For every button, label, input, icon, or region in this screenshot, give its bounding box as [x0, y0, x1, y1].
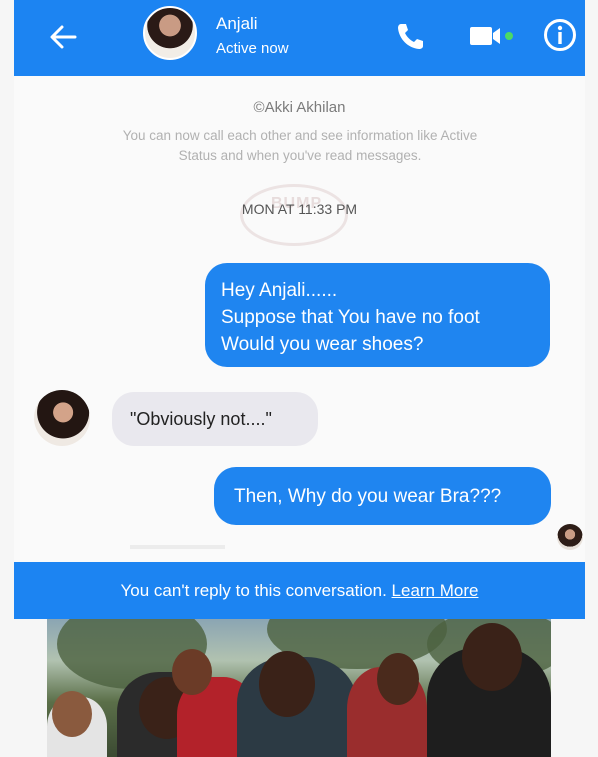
- contact-avatar[interactable]: [143, 6, 197, 60]
- contact-name[interactable]: Anjali: [216, 14, 258, 34]
- message-line: Suppose that You have no foot: [221, 307, 480, 328]
- divider: [130, 545, 225, 549]
- reaction-image: [47, 619, 551, 757]
- message-bubble-outgoing[interactable]: Then, Why do you wear Bra???: [214, 467, 551, 525]
- banner-text: You can't reply to this conversation.: [120, 581, 387, 600]
- contact-status: Active now: [216, 40, 289, 57]
- message-bubble-outgoing[interactable]: Hey Anjali...... Suppose that You have n…: [205, 263, 550, 367]
- conversation-notice: You can now call each other and see info…: [122, 128, 478, 163]
- info-icon[interactable]: [543, 18, 577, 52]
- video-camera-icon[interactable]: [469, 22, 515, 50]
- cannot-reply-banner: You can't reply to this conversation. Le…: [14, 562, 585, 619]
- message-line: Would you wear shoes?: [221, 334, 424, 355]
- arrow-left-icon[interactable]: [48, 22, 78, 52]
- chat-header: Anjali Active now: [14, 0, 585, 76]
- credit-text: ©Akki Akhilan: [253, 99, 346, 116]
- learn-more-link[interactable]: Learn More: [392, 581, 479, 600]
- phone-icon[interactable]: [394, 20, 426, 52]
- read-receipt-avatar: [557, 524, 583, 550]
- timestamp: MON AT 11:33 PM: [241, 201, 358, 217]
- message-bubble-incoming[interactable]: "Obviously not....": [112, 392, 318, 446]
- contact-avatar-small[interactable]: [34, 390, 90, 446]
- message-line: Hey Anjali......: [221, 280, 338, 301]
